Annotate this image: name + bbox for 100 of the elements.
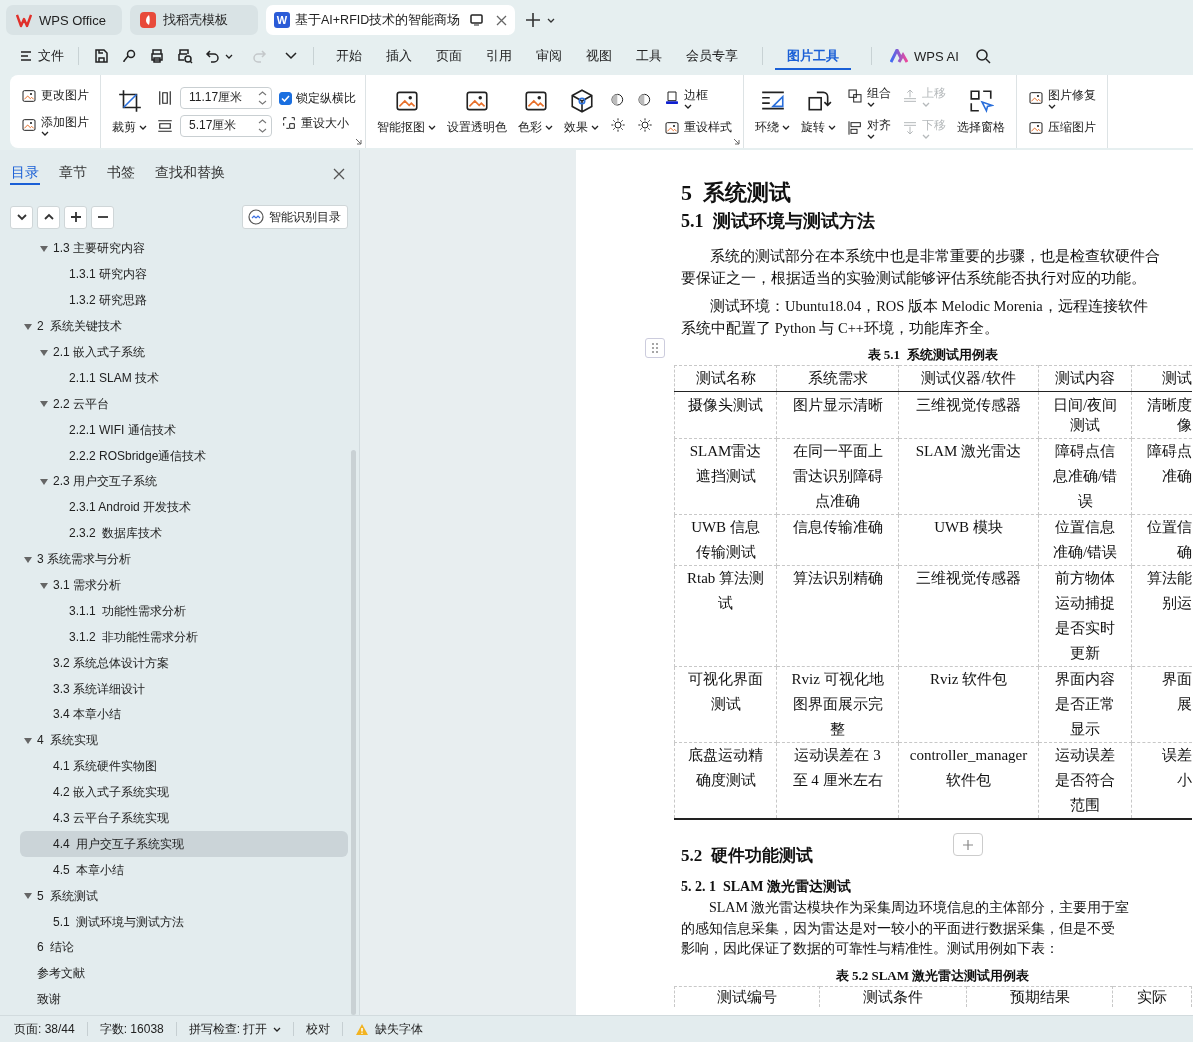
toc-item[interactable]: 4 系统实现 xyxy=(20,727,348,754)
expand-arrow-icon[interactable] xyxy=(40,245,48,252)
ribbon-button[interactable]: 环绕 xyxy=(753,85,792,138)
file-menu-button[interactable]: 文件 xyxy=(14,42,70,70)
ribbon-button[interactable]: 智能抠图 xyxy=(375,85,438,138)
expand-arrow-icon[interactable] xyxy=(40,478,48,485)
collapse-button[interactable] xyxy=(10,205,33,229)
menu-tab[interactable]: 开始 xyxy=(324,42,374,70)
toc-item[interactable]: 1.3 主要研究内容 xyxy=(20,236,348,262)
ribbon-button[interactable]: 色彩 xyxy=(516,85,555,138)
tab[interactable]: 找稻壳模板 xyxy=(130,5,258,35)
toc-item[interactable]: 3.4 本章小结 xyxy=(20,702,348,728)
remove-button[interactable] xyxy=(91,205,114,229)
dialog-launcher-icon[interactable] xyxy=(733,138,740,145)
menu-tab[interactable]: 图片工具 xyxy=(775,42,851,70)
proofread-button[interactable]: 校对 xyxy=(306,1020,331,1038)
panel-tab[interactable]: 目录 xyxy=(10,163,40,185)
ribbon-button[interactable]: 图片修复 xyxy=(1026,85,1098,111)
cell-text: 小 xyxy=(1175,771,1192,790)
toc-item[interactable]: 3.3 系统详细设计 xyxy=(20,676,348,703)
expand-arrow-icon[interactable] xyxy=(40,401,48,408)
menu-tab[interactable]: 视图 xyxy=(574,42,624,70)
toc-item[interactable]: 4.4 用户交互子系统实现 xyxy=(20,831,348,858)
ribbon-button[interactable]: 添加图片 xyxy=(19,112,91,138)
ribbon-button[interactable]: 对齐 xyxy=(845,114,893,141)
ribbon-button[interactable]: 重设大小 xyxy=(279,112,356,134)
menu-tab[interactable]: 工具 xyxy=(624,42,674,70)
toc-item[interactable]: 2.1.1 SLAM 技术 xyxy=(20,365,348,392)
expand-arrow-icon[interactable] xyxy=(24,737,32,744)
menu-tab[interactable]: 页面 xyxy=(424,42,474,70)
menu-tab[interactable]: 审阅 xyxy=(524,42,574,70)
ribbon-button[interactable]: 压缩图片 xyxy=(1026,117,1098,138)
size-field[interactable]: 11.17厘米 xyxy=(180,86,272,109)
toc-item[interactable]: 2.1 嵌入式子系统 xyxy=(20,339,348,366)
dialog-launcher-icon[interactable] xyxy=(355,138,362,145)
spell-check-button[interactable]: 拼写检查: 打开 xyxy=(188,1020,282,1038)
add-button[interactable] xyxy=(64,205,87,229)
menu-tab[interactable]: 引用 xyxy=(474,42,524,70)
ai-button[interactable]: WPS AI xyxy=(884,42,965,70)
toc-item[interactable]: 2 系统关键技术 xyxy=(20,313,348,340)
ribbon-button[interactable]: 边框 xyxy=(662,85,734,111)
ribbon-button[interactable]: 设置透明色 xyxy=(445,85,509,138)
cell-text: 界面 xyxy=(1160,670,1192,689)
toc-item[interactable]: 1.3.1 研究内容 xyxy=(20,261,348,288)
toc-item[interactable]: 3.1.2 非功能性需求分析 xyxy=(20,624,348,651)
ribbon-button[interactable]: 更改图片 xyxy=(19,85,91,106)
toc-item[interactable]: 2.2.1 WIFI 通信技术 xyxy=(20,417,348,444)
toc-item[interactable]: 致谢 xyxy=(20,986,348,1013)
toc-item[interactable]: 2.2.2 ROSbridge通信技术 xyxy=(20,443,348,469)
ribbon-button[interactable]: 选择窗格 xyxy=(955,85,1007,138)
expand-arrow-icon[interactable] xyxy=(40,582,48,589)
resize-icon xyxy=(281,115,297,131)
ribbon-button[interactable]: 组合 xyxy=(845,82,893,109)
panel-tab[interactable]: 查找和替换 xyxy=(154,163,226,185)
checkbox[interactable] xyxy=(279,91,292,105)
toc-item[interactable]: 3.1.1 功能性需求分析 xyxy=(20,598,348,625)
toc-item[interactable]: 1.3.2 研究思路 xyxy=(20,287,348,314)
close-button[interactable] xyxy=(331,166,347,182)
toc-item[interactable]: 参考文献 xyxy=(20,960,348,987)
text-line: 影响，因此保证了数据的可靠性与精准性。测试用例如下表： xyxy=(681,940,1060,958)
toc-item[interactable]: 3 系统需求与分析 xyxy=(20,546,348,573)
size-field[interactable]: 5.17厘米 xyxy=(180,114,272,137)
toc-item[interactable]: 6 结论 xyxy=(20,935,348,961)
toc-item[interactable]: 5 系统测试 xyxy=(20,883,348,910)
ribbon-button[interactable]: 重设样式 xyxy=(662,117,734,138)
toc-item[interactable]: 2.3 用户交互子系统 xyxy=(20,469,348,495)
toc-item[interactable]: 3.1 需求分析 xyxy=(20,572,348,599)
scrollbar[interactable] xyxy=(351,450,356,1015)
expand-arrow-icon[interactable] xyxy=(24,323,32,330)
panel-tab[interactable]: 章节 xyxy=(58,163,88,185)
ribbon-button[interactable]: 裁剪 xyxy=(110,85,149,138)
expand-arrow-icon[interactable] xyxy=(24,556,32,563)
table-cell: controller_manager 软件包 xyxy=(898,742,1039,819)
tab[interactable]: WPS Office xyxy=(6,5,122,35)
search-icon xyxy=(974,48,991,64)
spinner-icon xyxy=(258,117,267,134)
panel-tab[interactable]: 书签 xyxy=(106,163,136,185)
expand-arrow-icon[interactable] xyxy=(24,893,32,900)
menu-tab[interactable]: 插入 xyxy=(374,42,424,70)
smart-toc-button[interactable]: 智能识别目录 xyxy=(242,205,348,229)
menu-tab[interactable]: 会员专享 xyxy=(674,42,750,70)
ribbon-button[interactable]: 效果 xyxy=(562,85,601,138)
toc-item[interactable]: 2.3.1 Android 开发技术 xyxy=(20,494,348,521)
expand-arrow-icon[interactable] xyxy=(40,349,48,356)
toc-item[interactable]: 4.1 系统硬件实物图 xyxy=(20,753,348,780)
chevron-down-icon xyxy=(15,211,28,223)
close-icon xyxy=(496,14,508,26)
ribbon-button[interactable]: 旋转 xyxy=(799,85,838,138)
toc-item[interactable]: 3.2 系统总体设计方案 xyxy=(20,650,348,677)
expand-button[interactable] xyxy=(37,205,60,229)
toc-item[interactable]: 2.2 云平台 xyxy=(20,391,348,418)
toc-item[interactable]: 2.3.2 数据库技术 xyxy=(20,520,348,547)
toc-item[interactable]: 5.1 测试环境与测试方法 xyxy=(20,909,348,936)
toc-item[interactable]: 4.2 嵌入式子系统实现 xyxy=(20,779,348,806)
table-handle[interactable] xyxy=(645,338,665,358)
close-button[interactable] xyxy=(496,14,508,26)
tab[interactable]: W 基于AI+RFID技术的智能商场 xyxy=(266,5,516,35)
missing-fonts-button[interactable]: 缺失字体 xyxy=(355,1020,424,1038)
toc-item[interactable]: 4.3 云平台子系统实现 xyxy=(20,805,348,832)
toc-item[interactable]: 4.5 本章小结 xyxy=(20,857,348,884)
